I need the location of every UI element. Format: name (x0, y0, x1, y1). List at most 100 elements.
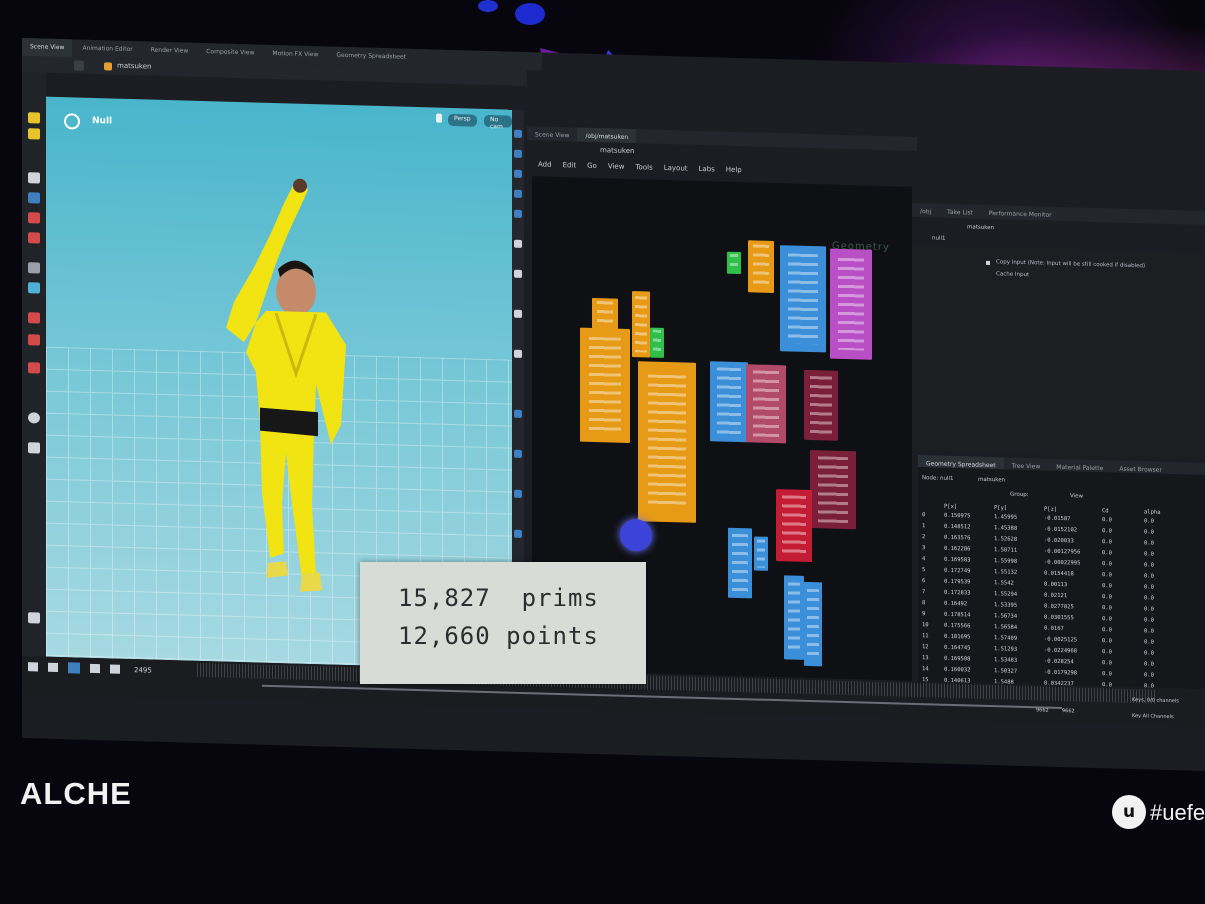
table-cell: 3 (922, 545, 926, 552)
point-display-icon[interactable] (514, 239, 522, 248)
timeline-end-frame[interactable]: 9662 (1036, 707, 1049, 713)
network-box[interactable] (754, 536, 768, 571)
select-tool-icon[interactable] (28, 112, 40, 124)
tab-obj-matsuken[interactable]: /obj/matsuken (577, 127, 637, 144)
tab-performance-monitor[interactable]: Performance Monitor (981, 205, 1060, 221)
safe-area-icon[interactable] (514, 449, 522, 458)
tab-animation-editor[interactable]: Animation Editor (74, 39, 140, 59)
jump-end-icon[interactable] (110, 664, 120, 674)
tab-take-list[interactable]: Take List (939, 204, 981, 219)
scale-tool-icon[interactable] (28, 262, 40, 274)
grid-toggle-icon[interactable] (514, 349, 522, 358)
menu-go[interactable]: Go (587, 162, 597, 176)
sheet-view-label[interactable]: View (1070, 493, 1083, 499)
background-icon[interactable] (514, 489, 522, 498)
shading-icon[interactable] (514, 189, 522, 198)
table-cell: 14 (922, 666, 929, 673)
tab-obj[interactable]: /obj (912, 203, 939, 218)
copy-input-checkbox[interactable] (986, 260, 990, 266)
network-box[interactable] (710, 361, 748, 443)
network-box[interactable] (780, 245, 826, 353)
handle-tool-icon[interactable] (28, 192, 40, 204)
step-back-icon[interactable] (48, 662, 58, 673)
arrow-tool-icon[interactable] (28, 172, 40, 184)
table-cell: 11 (922, 633, 929, 640)
keys-channels-button[interactable]: Keys, 0/0 channels (1132, 697, 1179, 704)
network-box[interactable] (804, 369, 838, 441)
rotate-tool-icon[interactable] (28, 232, 40, 244)
tab-motion-fx-view[interactable]: Motion FX View (264, 45, 326, 65)
network-box[interactable] (776, 489, 812, 563)
jump-start-icon[interactable] (28, 662, 38, 672)
table-cell: 9 (922, 611, 926, 618)
tab-network-scene-view[interactable]: Scene View (527, 126, 577, 141)
network-box[interactable] (728, 527, 752, 599)
network-box[interactable] (784, 575, 804, 660)
tab-composite-view[interactable]: Composite View (198, 43, 262, 63)
timeline-global-end[interactable]: 9662 (1062, 708, 1075, 714)
tab-scene-view[interactable]: Scene View (22, 38, 73, 58)
menu-layout[interactable]: Layout (664, 164, 688, 179)
network-box[interactable] (748, 240, 774, 294)
move-tool-icon[interactable] (28, 212, 40, 224)
menu-labs[interactable]: Labs (699, 165, 715, 179)
network-box[interactable] (810, 450, 856, 530)
brush-tool-icon[interactable] (28, 282, 40, 294)
network-box[interactable] (650, 327, 664, 358)
network-box[interactable] (638, 361, 696, 523)
visualizer-icon[interactable] (514, 529, 522, 538)
geometry-spreadsheet[interactable]: Node: null1 matsuken Group: View P[x] P[… (918, 467, 1205, 716)
points-count: 12,660 points (398, 622, 599, 650)
table-cell: 8 (922, 600, 926, 607)
axis-icon (28, 612, 40, 624)
sheet-path[interactable]: matsuken (978, 477, 1005, 484)
camera-tool-icon[interactable] (28, 312, 40, 324)
wireframe-icon[interactable] (514, 169, 522, 178)
view-tool-icon[interactable] (28, 412, 40, 424)
camera-sync-icon[interactable] (514, 409, 522, 418)
stop-button[interactable] (68, 662, 80, 674)
network-box[interactable] (804, 581, 822, 667)
tab-geometry-spreadsheet[interactable]: Geometry Spreadsheet (328, 47, 414, 67)
persp-menu-button[interactable]: Persp (448, 113, 477, 127)
param-path[interactable]: matsuken (967, 224, 994, 231)
network-box[interactable] (580, 327, 630, 443)
table-cell: 0 (922, 512, 926, 519)
play-icon[interactable] (90, 663, 100, 674)
snap-icon[interactable] (514, 309, 522, 318)
camera-menu-button[interactable]: No cam (484, 114, 512, 130)
menu-view[interactable]: View (608, 162, 625, 176)
render-region-icon[interactable] (28, 442, 40, 454)
network-tab-bar: Scene View /obj/matsuken (527, 126, 917, 151)
network-box[interactable] (746, 364, 786, 444)
alche-logo: ALCHE (20, 776, 132, 811)
key-all-channels-button[interactable]: Key All Channels (1132, 713, 1174, 720)
viewport-path[interactable]: matsuken (117, 62, 151, 71)
table-cell: 7 (922, 589, 926, 596)
pose-tool-icon[interactable] (28, 128, 40, 140)
sheet-node-label: Node: null1 (922, 475, 954, 483)
light-tool-icon[interactable] (28, 334, 40, 346)
current-frame[interactable]: 2495 (134, 666, 152, 674)
back-arrow-icon[interactable] (74, 60, 84, 71)
table-cell: 12 (922, 644, 929, 651)
network-box[interactable] (632, 291, 650, 358)
network-path[interactable]: matsuken (600, 146, 634, 155)
table-cell: 5 (922, 567, 926, 574)
network-box[interactable] (592, 297, 618, 331)
lock-icon[interactable] (436, 113, 442, 123)
magnet-tool-icon[interactable] (28, 362, 40, 374)
menu-tools[interactable]: Tools (635, 163, 652, 177)
lighting-icon[interactable] (514, 209, 522, 218)
menu-help[interactable]: Help (726, 166, 742, 180)
output-node-icon[interactable] (620, 518, 652, 552)
display-option-icon[interactable] (514, 129, 522, 138)
tab-render-view[interactable]: Render View (143, 41, 197, 60)
menu-add[interactable]: Add (538, 160, 552, 174)
table-cell: 10 (922, 622, 929, 629)
network-box[interactable] (727, 251, 741, 275)
network-box[interactable] (830, 248, 872, 360)
normal-display-icon[interactable] (514, 269, 522, 278)
ghost-icon[interactable] (514, 149, 522, 158)
menu-edit[interactable]: Edit (563, 161, 577, 175)
